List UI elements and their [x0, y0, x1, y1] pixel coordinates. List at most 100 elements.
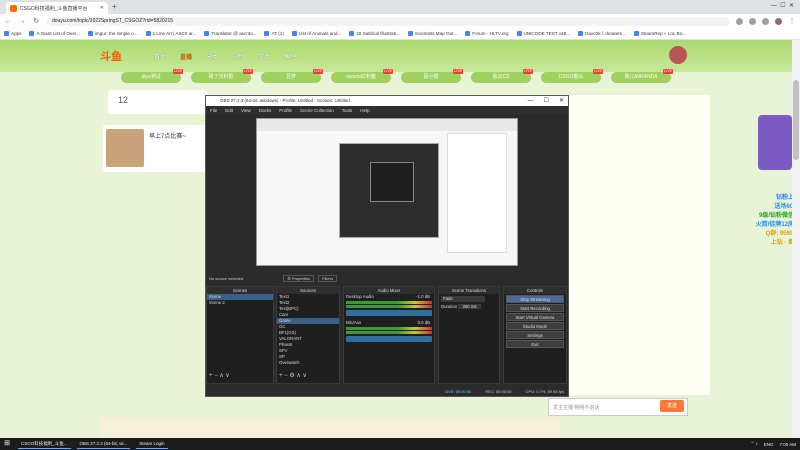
duration-row: Duration 300 ms	[439, 304, 499, 310]
live-status: LIVE: 00:00:00	[444, 388, 472, 394]
taskbar-app[interactable]: OBS 27.2.3 (64-bit, wi...	[76, 439, 131, 449]
bookmarks-bar: Apps A Giant List of Over... imgur: the …	[0, 28, 800, 40]
bookmark[interactable]: SteamRep » LoL Bo...	[633, 31, 686, 36]
start-recording-button[interactable]: Start Recording	[506, 304, 564, 312]
exit-button[interactable]: Exit	[506, 340, 564, 348]
avatar[interactable]	[669, 46, 687, 64]
properties-button[interactable]: ⚙ Properties	[283, 275, 315, 282]
bookmark[interactable]: Apps	[4, 31, 21, 36]
volume-slider[interactable]	[346, 310, 432, 316]
card-title: 早上7点比赛~	[149, 134, 186, 140]
dock-toolbar[interactable]: + − ∧ ∨	[209, 372, 230, 379]
extension-icon[interactable]	[749, 17, 756, 25]
promo-badge[interactable]	[758, 115, 792, 170]
duration-input[interactable]: 300 ms	[458, 304, 481, 309]
tab-title: CSGO科技福利_斗鱼直播平台	[20, 5, 88, 12]
bookmark[interactable]: 1 Line Art | ASCII ar...	[145, 31, 196, 36]
live-tab[interactable]: 看云CS LIVE	[471, 69, 533, 83]
taskbar-app[interactable]: Steam Login	[136, 439, 168, 449]
menu-profile[interactable]: Profile	[279, 108, 292, 113]
menu-tools[interactable]: Tools	[342, 108, 353, 113]
stream-card[interactable]: 早上7点比赛~	[103, 125, 208, 172]
send-button[interactable]: 发送	[660, 400, 684, 412]
extension-icon[interactable]	[736, 17, 743, 25]
new-tab-icon[interactable]: +	[112, 2, 117, 11]
bookmark[interactable]: AT (1)	[264, 31, 284, 36]
close-icon[interactable]: ✕	[100, 5, 104, 11]
scenes-dock: Scenes Scene Scene 2 + − ∧ ∨	[206, 286, 274, 384]
start-virtual-camera-button[interactable]: Start Virtual Camera	[506, 313, 564, 321]
menu-file[interactable]: File	[210, 108, 217, 113]
bookmark[interactable]: Translator @ ascnto...	[204, 31, 256, 36]
stop-streaming-button[interactable]: Stop Streaming	[506, 295, 564, 303]
forward-icon[interactable]: →	[18, 18, 26, 25]
audio-meter	[346, 327, 432, 330]
browser-tab[interactable]: CSGO科技福利_斗鱼直播平台 ✕	[6, 2, 108, 14]
bookmark[interactable]: Dave2k / cheaters...	[578, 31, 626, 36]
bookmark[interactable]: List of Animals and...	[291, 31, 341, 36]
obs-window: OBS 27.2.3 (64-bit, windows) - Profile: …	[205, 95, 569, 397]
source-item[interactable]: Overwatch	[277, 360, 339, 366]
studio-mode-button[interactable]: Studio Mode	[506, 322, 564, 330]
audio-meter	[346, 331, 432, 334]
window-controls[interactable]: — ☐ ✕	[771, 2, 794, 9]
avatar[interactable]	[775, 17, 782, 25]
extension-icon[interactable]	[762, 17, 769, 25]
nav-game[interactable]: 游戏	[258, 52, 270, 61]
volume-slider[interactable]	[346, 336, 432, 342]
settings-button[interactable]: Settings	[506, 331, 564, 339]
system-tray: ⌃ ♪ ENG 7:00 AM	[750, 438, 796, 450]
taskbar-app[interactable]: CSGO科技福利_斗鱼...	[18, 439, 71, 449]
dock-title: Scene Transitions	[439, 287, 499, 294]
menu-scene-collection[interactable]: Scene Collection	[300, 108, 334, 113]
windows-start-icon[interactable]: ⊞	[2, 439, 12, 449]
bookmark[interactable]: imgur: the simple o...	[87, 31, 138, 36]
reload-icon[interactable]: ↻	[32, 17, 40, 25]
bookmark[interactable]: Forum - HLTV.org	[465, 31, 509, 36]
bookmark[interactable]: A Giant List of Over...	[29, 31, 80, 36]
language-indicator[interactable]: ENG	[764, 442, 774, 447]
scene-item[interactable]: Scene 2	[207, 300, 273, 306]
menu-help[interactable]: Help	[360, 108, 369, 113]
dock-title: Sources	[277, 287, 339, 294]
menu-docks[interactable]: Docks	[259, 108, 272, 113]
live-tab[interactable]: 我儿MIRANDA LIVE	[611, 69, 673, 83]
menu-view[interactable]: View	[241, 108, 251, 113]
nav-fishbar[interactable]: 鱼吧	[284, 52, 296, 61]
filters-button[interactable]: Filters	[318, 275, 338, 282]
scrollbar-thumb[interactable]	[793, 80, 799, 160]
live-tab[interactable]: CSGO摄头 LIVE	[541, 69, 603, 83]
transition-select[interactable]: Fade	[441, 296, 485, 302]
site-header: 斗鱼 首页 直播 分类 视频 游戏 鱼吧	[0, 40, 792, 72]
scrollbar[interactable]	[792, 40, 800, 438]
browser-tab-strip: CSGO科技福利_斗鱼直播平台 ✕ + — ☐ ✕	[0, 0, 800, 14]
obs-title-bar: OBS 27.2.3 (64-bit, windows) - Profile: …	[206, 96, 568, 106]
nested-obs-window	[339, 143, 439, 238]
menu-edit[interactable]: Edit	[225, 108, 233, 113]
live-tab[interactable]: 豆梦 LIVE	[261, 69, 323, 83]
back-icon[interactable]: ←	[4, 18, 12, 25]
audio-meter	[346, 305, 432, 308]
nav-video[interactable]: 视频	[232, 52, 244, 61]
site-logo[interactable]: 斗鱼	[100, 48, 122, 64]
bookmark[interactable]: 20 Satirical Illustrati...	[349, 31, 400, 36]
nav-category[interactable]: 分类	[206, 52, 218, 61]
live-tab[interactable]: diyu测试 LIVE	[121, 69, 183, 83]
clock[interactable]: 7:00 AM	[779, 442, 796, 447]
bookmark[interactable]: UNICODE TEST v48...	[516, 31, 570, 36]
bookmark[interactable]: Scientists Map Out...	[407, 31, 457, 36]
live-tab[interactable]: 蔡小楼 LIVE	[401, 69, 463, 83]
live-tab[interactable]: 硕丁沃料影 LIVE	[191, 69, 253, 83]
tray-icons[interactable]: ⌃ ♪	[750, 441, 757, 447]
menu-icon[interactable]: ⋮	[788, 17, 796, 25]
obs-preview[interactable]	[256, 118, 518, 266]
nav-live[interactable]: 直播	[180, 52, 192, 61]
nav-home[interactable]: 首页	[154, 52, 166, 61]
url-input[interactable]: douyu.com/topic/2022SpringST_CSGOZ?rid=5…	[46, 16, 730, 26]
live-tab[interactable]: saisda红利猫 LIVE	[331, 69, 393, 83]
gift-bar[interactable]	[100, 418, 560, 438]
sources-dock: Sources Text1 Text2 Text(BPC) Cam Game G…	[276, 286, 340, 384]
dock-toolbar[interactable]: + − ⚙ ∧ ∨	[279, 372, 307, 379]
dock-title: Controls	[504, 287, 566, 294]
window-controls[interactable]: — ☐ ✕	[528, 96, 564, 106]
